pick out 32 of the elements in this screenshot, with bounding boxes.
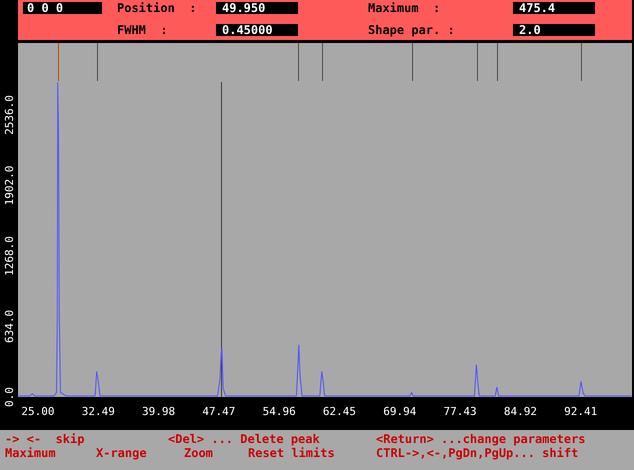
value-field: 49.950 (216, 2, 298, 14)
field-label: Shape par. : (368, 24, 455, 36)
help-text: X-range (96, 446, 148, 460)
axis-label: 1268.0 (3, 236, 16, 276)
axis-label: 92.41 (564, 405, 598, 418)
axis-label: 25.00 (21, 405, 55, 418)
field-label: Maximum : (368, 2, 440, 14)
axis-label: 54.96 (262, 405, 296, 418)
help-text: Reset limits (248, 446, 336, 460)
value-field: 0.45000 (216, 24, 298, 36)
axis-label: 47.47 (202, 405, 236, 418)
axis-label: 77.43 (444, 405, 477, 418)
counter-display: 0 0 0 (23, 2, 102, 14)
axis-label: 634.0 (3, 310, 16, 344)
help-text: <Del> ... Delete peak (168, 432, 321, 446)
value-field: 475.4 (513, 2, 595, 14)
axis-label: 84.92 (504, 405, 537, 418)
axis-label: 32.49 (82, 405, 115, 418)
help-text: Maximum (5, 446, 57, 460)
help-text: -> <- skip (5, 432, 86, 446)
axis-label: 39.98 (142, 405, 176, 418)
axis-label: 0.0 (3, 387, 16, 407)
axis-label: 69.94 (383, 405, 416, 418)
help-text: Zoom (184, 446, 214, 460)
value-field: 2.0 (513, 24, 595, 36)
axis-label: 62.45 (322, 405, 356, 418)
axis-label: 2536.0 (3, 95, 16, 135)
field-label: Position : (117, 2, 196, 14)
axis-label: 1902.0 (3, 166, 16, 206)
field-label: FWHM : (117, 24, 168, 36)
help-text: <Return> ...change parameters (376, 432, 587, 446)
help-text: CTRL->,<-,PgDn,PgUp... shift (376, 446, 580, 460)
